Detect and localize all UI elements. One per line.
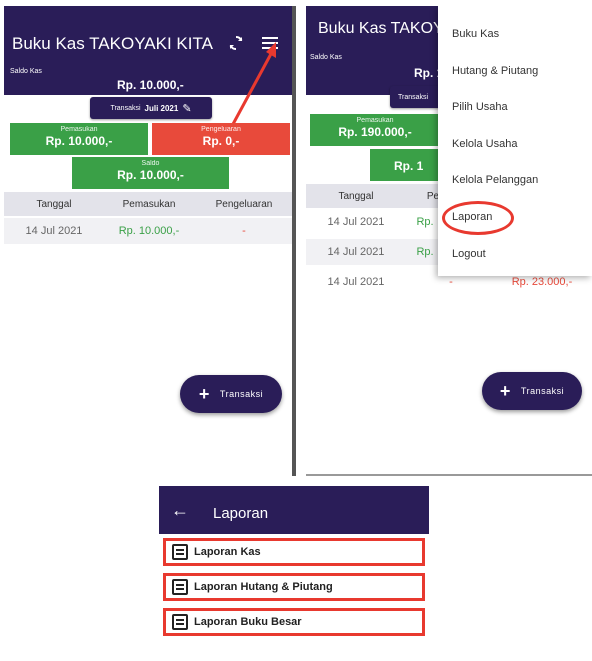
row-pengeluaran: -: [242, 225, 246, 237]
app-bar-3: ← Laporan: [159, 486, 429, 534]
pemasukan-box: Pemasukan Rp. 10.000,-: [10, 123, 148, 155]
laporan-buku-besar-label: Laporan Buku Besar: [194, 616, 302, 628]
pemasukan-label: Pemasukan: [60, 126, 98, 133]
col-pemasukan: Pemasukan: [122, 198, 176, 210]
laporan-kas-label: Laporan Kas: [194, 546, 261, 558]
pemasukan-box-2: Pemasukan Rp. 190.000,-: [310, 114, 440, 146]
transaksi-period: Juli 2021: [144, 103, 179, 113]
menu-item-kelola-pelanggan[interactable]: Kelola Pelanggan: [452, 174, 538, 186]
transaksi-partial: Transaksi: [398, 93, 429, 101]
menu-item-hutang-piutang[interactable]: Hutang & Piutang: [452, 65, 538, 77]
menu-item-logout[interactable]: Logout: [452, 248, 486, 260]
menu-item-kelola-usaha[interactable]: Kelola Usaha: [452, 138, 517, 150]
row-tanggal: 14 Jul 2021: [25, 225, 83, 237]
app-title-2: Buku Kas TAKOY: [318, 20, 444, 37]
screen-laporan: ← Laporan Laporan Kas Laporan Hutang & P…: [159, 486, 429, 661]
transaksi-period-button[interactable]: Transaksi Juli 2021 ✎: [90, 97, 212, 119]
fab-label-2: Transaksi: [520, 386, 565, 396]
back-arrow-icon[interactable]: ←: [171, 501, 189, 519]
saldo-value: Rp. 10.000,-: [117, 168, 184, 182]
saldo-kas-label-2: Saldo Kas: [310, 54, 342, 61]
add-transaksi-button-2[interactable]: + Transaksi: [482, 372, 582, 410]
row-tanggal: 14 Jul 2021: [327, 246, 385, 258]
menu-item-buku-kas[interactable]: Buku Kas: [452, 28, 499, 40]
plus-icon: +: [198, 383, 210, 404]
screen-buku-kas: Buku Kas TAKOYAKI KITA Saldo Kas Rp. 10.…: [4, 6, 292, 474]
saldo-kas-value: Rp. 10.000,-: [117, 78, 184, 92]
divider-2: [306, 474, 592, 476]
row-partial: Rp.: [416, 216, 434, 228]
laporan-highlight: [442, 201, 514, 235]
table-row[interactable]: 14 Jul 2021 Rp. 10.000,- -: [4, 218, 292, 244]
document-icon: [172, 544, 188, 560]
annotation-arrow: [230, 42, 276, 127]
pemasukan-value: Rp. 10.000,-: [45, 134, 113, 148]
transaksi-label: Transaksi: [110, 104, 141, 112]
screen-buku-kas-menu: Buku Kas TAKOY Saldo Kas Rp. 1 Transaksi…: [306, 6, 592, 474]
pengeluaran-value: Rp. 0,-: [202, 134, 240, 148]
col-tanggal-2: Tanggal: [338, 190, 374, 202]
pengeluaran-label: Pengeluaran: [201, 126, 241, 133]
row-partial: Rp.: [416, 246, 434, 258]
col-pengeluaran: Pengeluaran: [215, 198, 273, 210]
row-pemasukan: Rp. 10.000,-: [118, 225, 180, 237]
saldo-box: Saldo Rp. 10.000,-: [72, 157, 229, 189]
document-icon: [172, 614, 188, 630]
fab-label: Transaksi: [219, 389, 264, 399]
laporan-kas-item[interactable]: Laporan Kas: [163, 538, 425, 566]
app-title: Buku Kas TAKOYAKI KITA: [12, 34, 213, 53]
saldo-label: Saldo: [141, 160, 160, 167]
row-tanggal: 14 Jul 2021: [327, 276, 385, 288]
laporan-hutang-piutang-label: Laporan Hutang & Piutang: [194, 581, 333, 593]
pengeluaran-box: Pengeluaran Rp. 0,-: [152, 123, 290, 155]
menu-item-pilih-usaha[interactable]: Pilih Usaha: [452, 101, 508, 113]
table-header: Tanggal Pemasukan Pengeluaran: [4, 192, 292, 216]
laporan-buku-besar-item[interactable]: Laporan Buku Besar: [163, 608, 425, 636]
row-tanggal: 14 Jul 2021: [327, 216, 385, 228]
page-title: Laporan: [213, 505, 269, 522]
laporan-hutang-piutang-item[interactable]: Laporan Hutang & Piutang: [163, 573, 425, 601]
divider: [292, 6, 296, 476]
saldo-kas-label: Saldo Kas: [10, 68, 42, 75]
add-transaksi-button[interactable]: + Transaksi: [180, 375, 282, 413]
document-icon: [172, 579, 188, 595]
plus-icon: +: [499, 380, 511, 401]
pemasukan-label-2: Pemasukan: [356, 117, 394, 124]
pemasukan-value-2: Rp. 190.000,-: [338, 125, 412, 139]
overflow-menu: Buku Kas Hutang & Piutang Pilih Usaha Ke…: [438, 6, 592, 276]
col-tanggal: Tanggal: [36, 198, 72, 210]
edit-icon: ✎: [182, 102, 192, 115]
